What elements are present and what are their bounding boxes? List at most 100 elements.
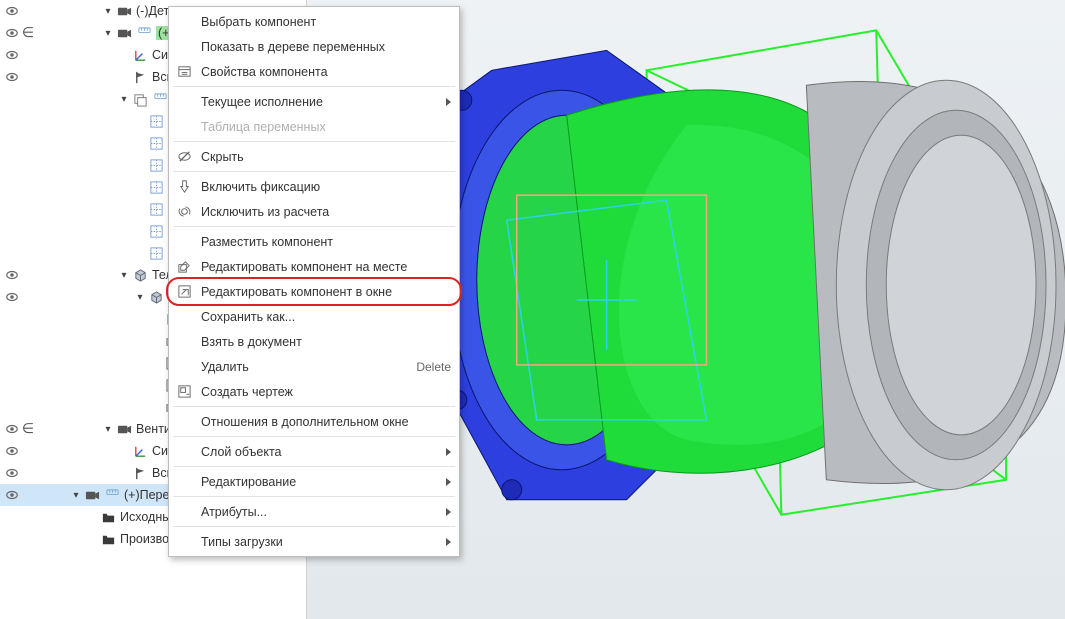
menu-item[interactable]: Свойства компонента — [169, 59, 459, 84]
menu-item[interactable]: Редактирование — [169, 469, 459, 494]
epsilon-icon[interactable]: ∈ — [20, 25, 36, 42]
menu-item-label: Таблица переменных — [201, 120, 451, 134]
menu-separator — [173, 466, 455, 467]
context-menu: Выбрать компонент Показать в дереве перем… — [168, 6, 460, 557]
menu-item[interactable]: Показать в дереве переменных — [169, 34, 459, 59]
ruler-icon — [152, 91, 168, 107]
menu-separator — [173, 496, 455, 497]
menu-item[interactable]: Отношения в дополнительном окне — [169, 409, 459, 434]
expand-toggle[interactable]: ▾ — [118, 270, 130, 281]
menu-separator — [173, 436, 455, 437]
menu-shortcut: Delete — [416, 360, 451, 374]
eye-icon[interactable] — [4, 268, 20, 282]
edit-icon — [175, 258, 193, 276]
menu-item[interactable]: Типы загрузки — [169, 529, 459, 554]
expand-toggle[interactable]: ▾ — [102, 424, 114, 435]
menu-item-label: Редактировать компонент в окне — [201, 285, 451, 299]
menu-item[interactable]: Сохранить как... — [169, 304, 459, 329]
eye-icon[interactable] — [4, 70, 20, 84]
blank-icon — [175, 13, 193, 31]
sketch-icon — [148, 201, 164, 217]
excl-icon — [175, 203, 193, 221]
blank-icon — [175, 533, 193, 551]
sketch-icon — [148, 245, 164, 261]
menu-item-label: Взять в документ — [201, 335, 451, 349]
draw-icon — [175, 383, 193, 401]
blank-icon — [175, 503, 193, 521]
expand-toggle[interactable]: ▾ — [102, 6, 114, 17]
sketch-icon — [148, 135, 164, 151]
eye-icon[interactable] — [4, 488, 20, 502]
blank-icon — [175, 473, 193, 491]
blank-icon — [175, 358, 193, 376]
axes-icon — [132, 443, 148, 459]
blank-icon — [175, 93, 193, 111]
menu-item[interactable]: Текущее исполнение — [169, 89, 459, 114]
blank-icon — [175, 413, 193, 431]
menu-item[interactable]: Выбрать компонент — [169, 9, 459, 34]
hide-icon — [175, 148, 193, 166]
sketch-icon — [148, 113, 164, 129]
eye-icon[interactable] — [4, 26, 20, 40]
menu-item[interactable]: Взять в документ — [169, 329, 459, 354]
sketch-icon — [148, 157, 164, 173]
menu-item-label: Включить фиксацию — [201, 180, 451, 194]
folder-icon — [100, 509, 116, 525]
menu-item-label: Отношения в дополнительном окне — [201, 415, 451, 429]
menu-item[interactable]: Скрыть — [169, 144, 459, 169]
folder-icon — [100, 531, 116, 547]
menu-item-label: Атрибуты... — [201, 505, 436, 519]
eye-icon[interactable] — [4, 4, 20, 18]
blank-icon — [175, 38, 193, 56]
fix-icon — [175, 178, 193, 196]
blank-icon — [175, 333, 193, 351]
menu-item[interactable]: Атрибуты... — [169, 499, 459, 524]
menu-separator — [173, 526, 455, 527]
menu-item[interactable]: Редактировать компонент на месте — [169, 254, 459, 279]
menu-item[interactable]: Разместить компонент — [169, 229, 459, 254]
menu-item-label: Текущее исполнение — [201, 95, 436, 109]
menu-separator — [173, 226, 455, 227]
menu-item-label: Редактировать компонент на месте — [201, 260, 451, 274]
expand-toggle[interactable]: ▾ — [118, 94, 130, 105]
axes-icon — [132, 47, 148, 63]
menu-item-label: Сохранить как... — [201, 310, 451, 324]
menu-separator — [173, 171, 455, 172]
menu-item[interactable]: Слой объекта — [169, 439, 459, 464]
ruler-icon — [104, 487, 120, 503]
expand-toggle[interactable]: ▾ — [134, 292, 146, 303]
menu-item[interactable]: УдалитьDelete — [169, 354, 459, 379]
flag-icon — [132, 465, 148, 481]
flag-icon — [132, 69, 148, 85]
menu-separator — [173, 86, 455, 87]
blank-icon — [175, 308, 193, 326]
menu-item-label: Скрыть — [201, 150, 451, 164]
eye-icon[interactable] — [4, 466, 20, 480]
submenu-arrow-icon — [446, 448, 451, 456]
menu-item[interactable]: Редактировать компонент в окне — [169, 279, 459, 304]
cam-icon — [116, 25, 132, 41]
menu-item-label: Свойства компонента — [201, 65, 451, 79]
menu-item-label: Выбрать компонент — [201, 15, 451, 29]
expand-toggle[interactable]: ▾ — [70, 490, 82, 501]
blank-icon — [175, 443, 193, 461]
menu-separator — [173, 141, 455, 142]
body-icon — [132, 267, 148, 283]
menu-item: Таблица переменных — [169, 114, 459, 139]
expand-toggle[interactable]: ▾ — [102, 28, 114, 39]
eye-icon[interactable] — [4, 48, 20, 62]
ruler-icon — [136, 25, 152, 41]
eye-icon[interactable] — [4, 290, 20, 304]
menu-item-label: Создать чертеж — [201, 385, 451, 399]
submenu-arrow-icon — [446, 98, 451, 106]
blank-icon — [175, 233, 193, 251]
eye-icon[interactable] — [4, 422, 20, 436]
menu-item[interactable]: Создать чертеж — [169, 379, 459, 404]
submenu-arrow-icon — [446, 508, 451, 516]
eye-icon[interactable] — [4, 444, 20, 458]
blank-icon — [175, 118, 193, 136]
epsilon-icon[interactable]: ∈ — [20, 421, 36, 438]
menu-item[interactable]: Включить фиксацию — [169, 174, 459, 199]
menu-item-label: Исключить из расчета — [201, 205, 451, 219]
menu-item[interactable]: Исключить из расчета — [169, 199, 459, 224]
